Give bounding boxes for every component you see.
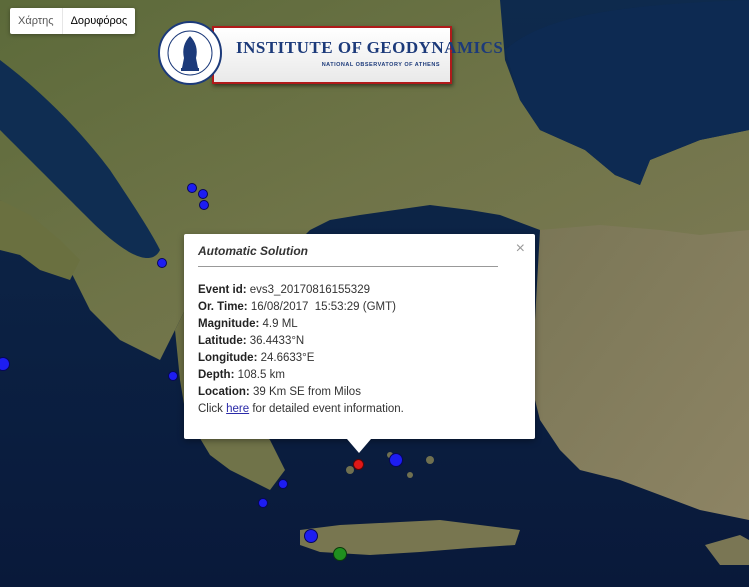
magnitude-row: Magnitude: 4.9 ML [198,318,298,330]
depth-value: 108.5 km [237,369,285,381]
location-row: Location: 39 Km SE from Milos [198,386,361,398]
origin-time-value: 16/08/2017 15:53:29 (GMT) [250,301,396,313]
event-marker[interactable] [258,498,268,508]
seal-icon [158,21,222,85]
details-link-row: Click here for detailed event informatio… [198,403,404,415]
popup-title: Automatic Solution [198,244,308,258]
event-marker[interactable] [198,189,208,199]
depth-row: Depth: 108.5 km [198,369,285,381]
institute-logo: INSTITUTE OF GEODYNAMICS NATIONAL OBSERV… [152,20,503,86]
longitude-row: Longitude: 24.6633°E [198,352,315,364]
origin-time-row: Or. Time: 16/08/2017 15:53:29 (GMT) [198,301,396,313]
latitude-value: 36.4433°N [249,335,305,347]
selected-event-marker[interactable] [353,459,364,470]
logo-banner: INSTITUTE OF GEODYNAMICS NATIONAL OBSERV… [212,26,503,84]
event-id-row: Event id: evs3_20170816155329 [198,284,370,296]
event-details: Event id: evs3_20170816155329 Or. Time: … [198,282,404,418]
map-canvas[interactable]: Χάρτης Δορυφόρος INSTITUTE OF GEODYNAMIC… [0,0,749,587]
map-type-satellite-button[interactable]: Δορυφόρος [61,8,136,34]
event-info-window: × Automatic Solution Event id: evs3_2017… [184,234,535,453]
close-icon[interactable]: × [516,240,525,258]
latitude-row: Latitude: 36.4433°N [198,335,305,347]
details-link[interactable]: here [226,403,249,415]
event-marker[interactable] [304,529,318,543]
event-marker[interactable] [278,479,288,489]
logo-subtitle: NATIONAL OBSERVATORY OF ATHENS [321,62,440,68]
logo-title: INSTITUTE OF GEODYNAMICS [236,38,504,57]
location-value: 39 Km SE from Milos [252,386,361,398]
event-id-value: evs3_20170816155329 [249,284,370,296]
longitude-value: 24.6633°E [260,352,315,364]
event-marker[interactable] [199,200,209,210]
event-marker[interactable] [333,547,347,561]
event-marker[interactable] [389,453,403,467]
map-type-map-button[interactable]: Χάρτης [10,8,62,34]
map-type-control: Χάρτης Δορυφόρος [10,8,136,34]
event-marker[interactable] [157,258,167,268]
popup-divider [198,266,498,267]
magnitude-value: 4.9 ML [262,318,298,330]
event-marker[interactable] [187,183,197,193]
event-marker[interactable] [168,371,178,381]
